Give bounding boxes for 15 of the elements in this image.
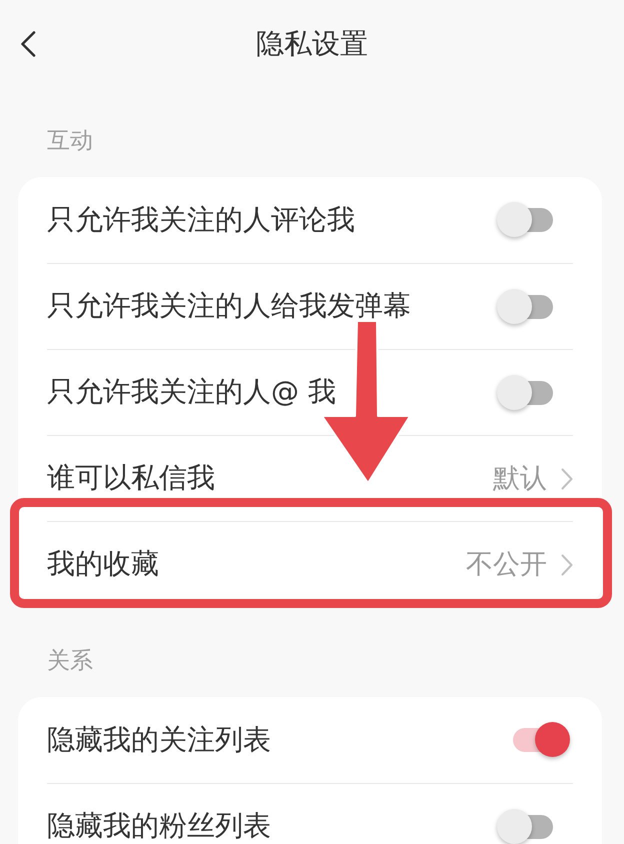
setting-value: 默认 [493,462,547,494]
chevron-right-icon [561,468,573,490]
setting-label: 谁可以私信我 [47,462,215,495]
setting-label: 我的收藏 [47,548,159,581]
chevron-right-icon [561,554,573,576]
setting-label: 只允许我关注的人给我发弹幕 [47,290,411,323]
section-title: 关系 [47,648,93,674]
section-title: 互动 [47,128,93,154]
setting-label: 隐藏我的关注列表 [47,724,271,756]
chevron-left-icon [20,30,36,56]
setting-label: 只允许我关注的人评论我 [47,204,355,236]
setting-label: 只允许我关注的人@ 我 [47,376,336,409]
setting-label: 隐藏我的粉丝列表 [47,810,271,843]
setting-value: 不公开 [466,548,547,580]
page-title: 隐私设置 [256,26,368,60]
